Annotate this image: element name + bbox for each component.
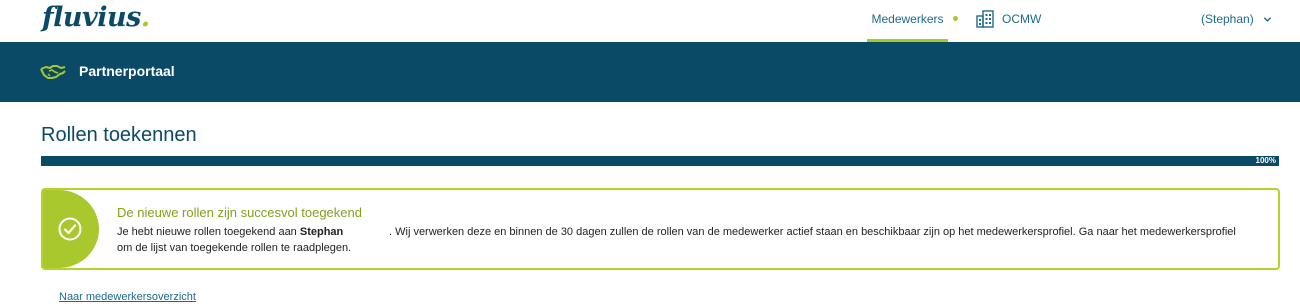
logo-text: fluvius (42, 2, 141, 33)
alert-employee-name: Stephan (299, 226, 344, 238)
alert-text-rest: . Wij verwerken deze en binnen de 30 dag… (389, 226, 1236, 238)
alert-text-prefix: Je hebt nieuwe rollen toegekend aan (117, 226, 300, 238)
alert-body-intro: Je hebt nieuwe rollen toegekend aan Step… (117, 224, 389, 240)
portal-title: Partnerportaal (79, 63, 175, 79)
nav-separator-dot (953, 16, 958, 21)
alert-text-line2: om de lijst van toegekende rollen te raa… (117, 242, 352, 254)
organisation-switcher[interactable]: OCMW (1002, 12, 1041, 26)
progress-label: 100% (1255, 156, 1276, 165)
progress-fill (41, 156, 1279, 166)
alert-heading: De nieuwe rollen zijn succesvol toegeken… (117, 205, 362, 220)
building-icon (976, 10, 994, 28)
top-navigation: fluvius. Medewerkers OCMW (Stephan) (0, 0, 1300, 42)
nav-medewerkers[interactable]: Medewerkers (867, 0, 948, 42)
user-menu[interactable]: (Stephan) (1201, 12, 1272, 26)
page-title: Rollen toekennen (41, 124, 197, 146)
user-name: (Stephan) (1201, 12, 1254, 26)
nav-medewerkers-label: Medewerkers (871, 12, 944, 26)
fluvius-logo[interactable]: fluvius. (42, 2, 150, 33)
handshake-icon (40, 65, 66, 79)
back-to-employees-link[interactable]: Naar medewerkersoverzicht (59, 291, 196, 303)
progress-bar: 100% (41, 156, 1279, 166)
check-circle-icon (58, 217, 82, 241)
chevron-down-icon (1263, 17, 1272, 23)
alert-body: Je hebt nieuwe rollen toegekend aan Step… (117, 224, 1257, 256)
logo-dot: . (140, 2, 150, 33)
success-alert: De nieuwe rollen zijn succesvol toegeken… (41, 188, 1280, 270)
portal-banner: Partnerportaal (0, 42, 1300, 102)
